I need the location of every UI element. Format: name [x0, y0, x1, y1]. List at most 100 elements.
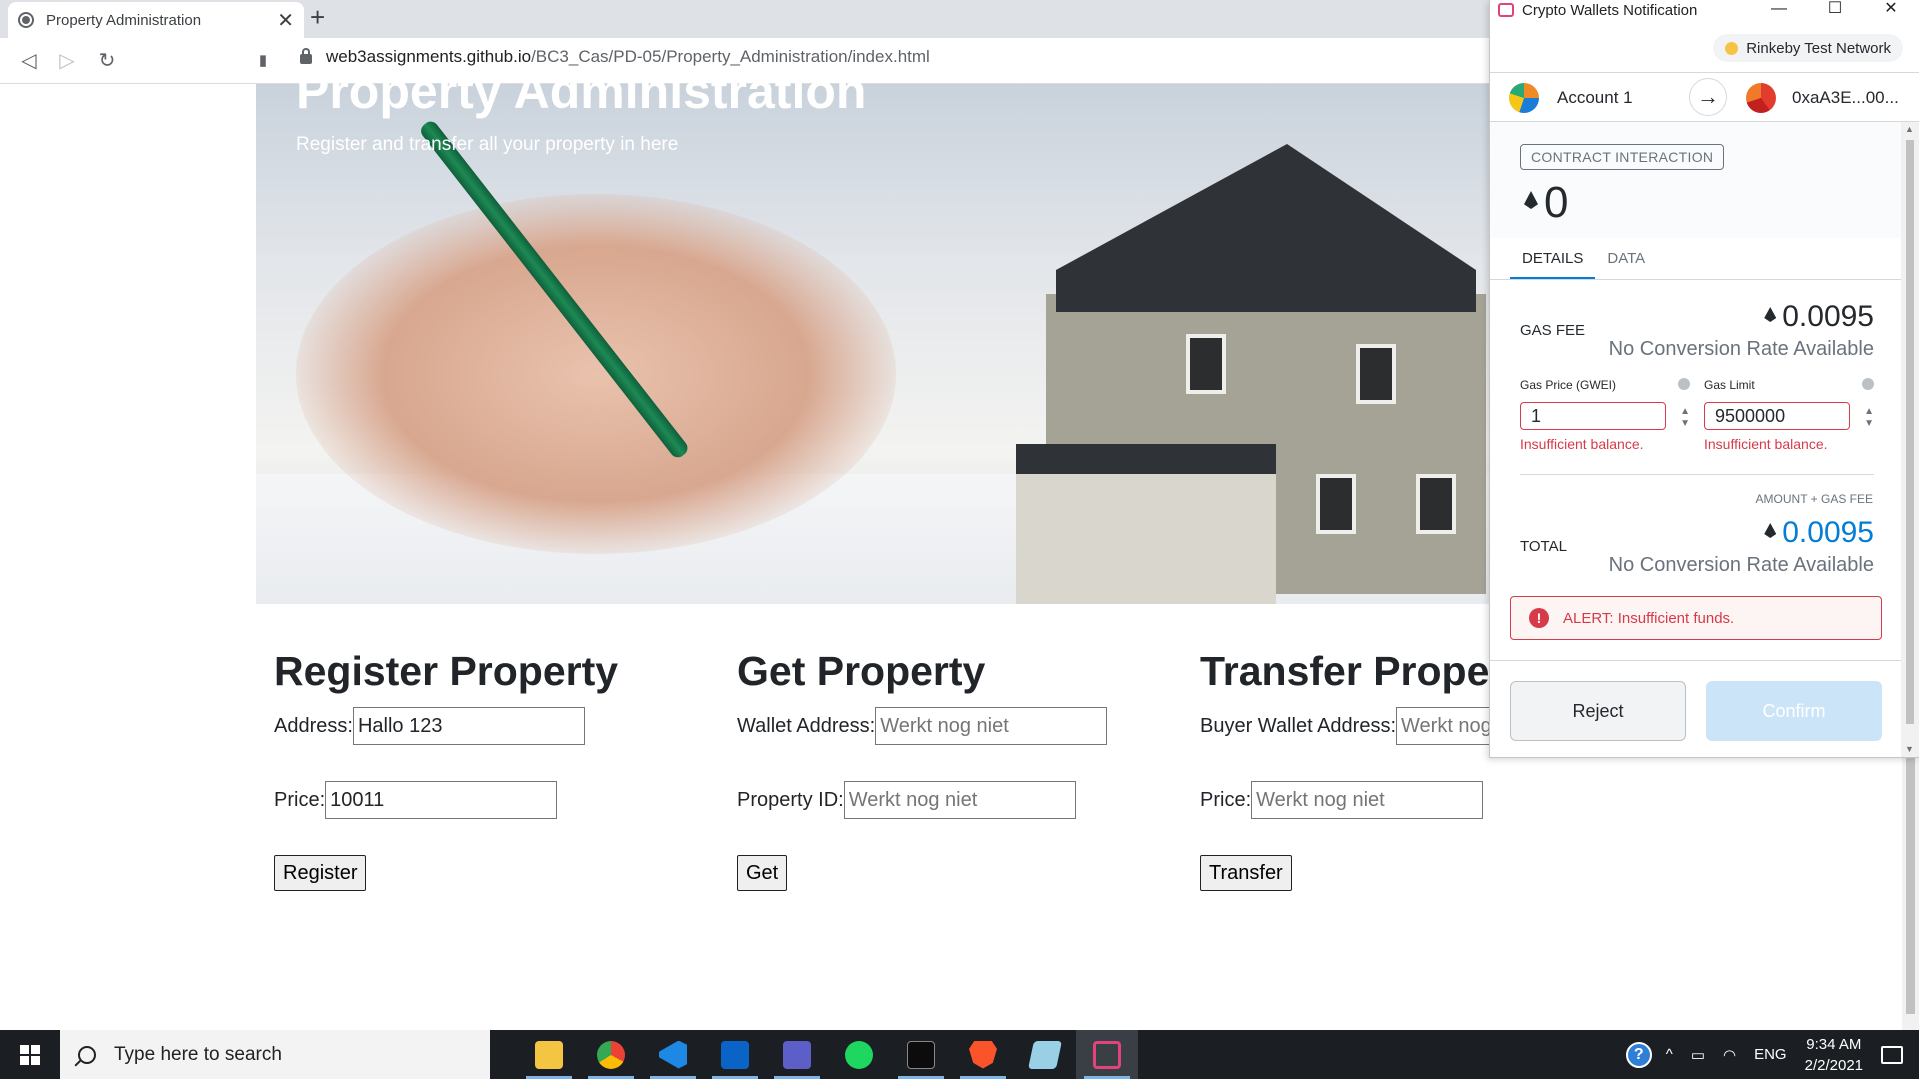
- buyer-wallet-label: Buyer Wallet Address:: [1200, 714, 1397, 737]
- minimize-icon[interactable]: —: [1751, 0, 1807, 20]
- transfer-price-label: Price:: [1200, 788, 1252, 811]
- total-amount: 0.0095: [1782, 516, 1874, 549]
- insufficient-funds-alert: ! ALERT: Insufficient funds.: [1510, 596, 1882, 640]
- notification-icon[interactable]: [1881, 1045, 1903, 1064]
- tab-details[interactable]: DETAILS: [1510, 238, 1596, 279]
- register-button[interactable]: Register: [274, 855, 367, 891]
- alert-icon: !: [1529, 608, 1549, 628]
- search-icon: [78, 1045, 96, 1064]
- teams-icon[interactable]: [766, 1030, 828, 1079]
- gas-limit-field: Gas Limit 9500000 ▲ ▼ Insufficient balanc…: [1704, 378, 1874, 452]
- wallet-scrollbar[interactable]: ▲ ▼: [1901, 122, 1919, 757]
- address-input[interactable]: [352, 707, 585, 745]
- bookmark-icon[interactable]: ▮: [250, 48, 276, 74]
- alert-text: ALERT: Insufficient funds.: [1563, 609, 1735, 627]
- taskbar-search[interactable]: Type here to search: [60, 1030, 490, 1079]
- gas-price-error: Insufficient balance.: [1520, 436, 1644, 452]
- transfer-price-row: Price:: [1200, 781, 1489, 819]
- system-tray: ? ^ ▭ ◠ ENG 9:34 AM 2/2/2021: [1625, 1030, 1919, 1079]
- total-section: TOTAL 0.0095 No Conversion Rate Availabl…: [1520, 512, 1874, 578]
- notepad-icon[interactable]: [1014, 1030, 1076, 1079]
- hero-image: [256, 84, 1490, 604]
- price-input[interactable]: [325, 781, 558, 819]
- clock-date: 2/2/2021: [1804, 1056, 1863, 1074]
- crypto-wallet-icon[interactable]: [1076, 1030, 1138, 1079]
- help-icon[interactable]: ?: [1625, 1041, 1652, 1068]
- outlook-icon[interactable]: [704, 1030, 766, 1079]
- vscode-icon[interactable]: [642, 1030, 704, 1079]
- wallet-tabs: DETAILS DATA: [1490, 238, 1902, 280]
- network-selector[interactable]: Rinkeby Test Network: [1713, 34, 1903, 62]
- total-conversion: No Conversion Rate Available: [1608, 554, 1874, 576]
- transaction-amount: 0: [1524, 178, 1568, 228]
- chrome-icon[interactable]: [580, 1030, 642, 1079]
- reject-button[interactable]: Reject: [1510, 681, 1686, 741]
- wallet-popup: Crypto Wallets Notification — ☐ ✕ Rinkeb…: [1489, 0, 1919, 758]
- spotify-icon[interactable]: [828, 1030, 890, 1079]
- total-label: TOTAL: [1520, 538, 1567, 555]
- register-section: Register Property Address: Price: Regist…: [274, 648, 618, 891]
- info-icon[interactable]: [1862, 378, 1874, 390]
- price-label: Price:: [274, 788, 326, 811]
- transfer-section: Transfer Property Buyer Wallet Address: …: [1200, 648, 1489, 891]
- start-button[interactable]: [0, 1030, 60, 1079]
- gas-limit-stepper[interactable]: ▲ ▼: [1864, 406, 1874, 430]
- gas-limit-input[interactable]: 9500000: [1704, 402, 1850, 430]
- search-placeholder: Type here to search: [114, 1043, 282, 1065]
- wallet-address-input[interactable]: [875, 707, 1108, 745]
- wallet-address-label: Wallet Address:: [737, 714, 876, 737]
- battery-icon[interactable]: ▭: [1691, 1046, 1705, 1064]
- get-wallet-row: Wallet Address:: [737, 707, 1108, 745]
- info-icon[interactable]: [1678, 378, 1690, 390]
- file-explorer-icon[interactable]: [518, 1030, 580, 1079]
- taskbar: Type here to search ? ^ ▭ ◠ ENG 9:34 AM …: [0, 1030, 1919, 1079]
- register-heading: Register Property: [274, 648, 619, 694]
- forward-icon[interactable]: ▷: [54, 48, 80, 74]
- gas-fee-section: GAS FEE 0.0095 No Conversion Rate Availa…: [1520, 296, 1874, 362]
- gas-price-input[interactable]: 1: [1520, 402, 1666, 430]
- wallet-footer: Reject Confirm: [1490, 660, 1902, 757]
- contract-interaction-badge: CONTRACT INTERACTION: [1520, 144, 1725, 170]
- get-button[interactable]: Get: [737, 855, 788, 891]
- wallet-app-icon: [1498, 3, 1514, 17]
- property-id-input[interactable]: [843, 781, 1076, 819]
- brave-icon[interactable]: [952, 1030, 1014, 1079]
- amount-value: 0: [1544, 178, 1569, 227]
- gas-fee-conversion: No Conversion Rate Available: [1608, 338, 1874, 360]
- language-indicator[interactable]: ENG: [1754, 1046, 1787, 1063]
- browser-tab[interactable]: Property Administration ✕: [8, 2, 304, 38]
- new-tab-button[interactable]: +: [310, 2, 325, 33]
- terminal-icon[interactable]: [890, 1030, 952, 1079]
- transfer-price-input[interactable]: [1251, 781, 1484, 819]
- wifi-icon[interactable]: ◠: [1723, 1046, 1736, 1064]
- reload-icon[interactable]: ↻: [94, 48, 120, 74]
- transaction-summary: CONTRACT INTERACTION 0: [1490, 122, 1902, 238]
- transfer-button[interactable]: Transfer: [1200, 855, 1292, 891]
- close-tab-icon[interactable]: ✕: [277, 8, 294, 33]
- close-icon[interactable]: ✕: [1863, 0, 1919, 20]
- page-scrollbar[interactable]: [1902, 758, 1919, 1030]
- to-account-address: 0xaA3E...00...: [1792, 88, 1899, 107]
- tab-data[interactable]: DATA: [1595, 238, 1657, 279]
- buyer-wallet-input[interactable]: [1396, 707, 1489, 745]
- total-value: 0.0095: [1764, 516, 1874, 550]
- account-bar: Account 1 → 0xaA3E...00...: [1490, 72, 1919, 122]
- chevron-up-icon[interactable]: ^: [1666, 1046, 1673, 1063]
- gas-price-stepper[interactable]: ▲ ▼: [1680, 406, 1690, 430]
- clock[interactable]: 9:34 AM 2/2/2021: [1805, 1034, 1863, 1076]
- gas-fee-amount: 0.0095: [1782, 300, 1874, 333]
- clock-time: 9:34 AM: [1806, 1035, 1862, 1053]
- taskbar-apps: [518, 1030, 1138, 1079]
- from-account-avatar: [1509, 83, 1539, 113]
- transfer-buyer-row: Buyer Wallet Address:: [1200, 707, 1489, 745]
- hand-shape: [296, 194, 896, 554]
- divider: [1520, 474, 1874, 475]
- confirm-button[interactable]: Confirm: [1706, 681, 1882, 741]
- eth-icon: [1764, 307, 1777, 322]
- register-price-row: Price:: [274, 781, 618, 819]
- property-id-label: Property ID:: [737, 788, 844, 811]
- tab-title: Property Administration: [46, 11, 202, 29]
- back-icon[interactable]: ◁: [16, 48, 42, 74]
- globe-icon: [18, 12, 34, 28]
- maximize-icon[interactable]: ☐: [1807, 0, 1863, 20]
